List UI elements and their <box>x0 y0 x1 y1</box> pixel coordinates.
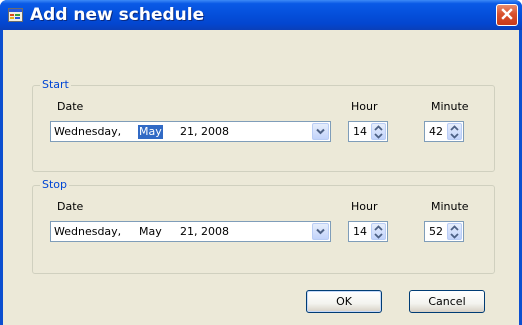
stop-date-picker[interactable]: Wednesday, May 21, 2008 <box>50 221 331 242</box>
form-icon <box>8 8 23 22</box>
stop-minute-value[interactable]: 52 <box>429 225 443 239</box>
stop-group: Stop Date Hour Minute Wednesday, May 21,… <box>32 178 495 274</box>
close-icon <box>501 7 513 23</box>
stop-date-month[interactable]: May <box>139 225 162 239</box>
start-date-weekday[interactable]: Wednesday, <box>54 125 121 139</box>
start-minute-value[interactable]: 42 <box>429 125 443 139</box>
stop-hour-stepper[interactable]: 14 <box>348 221 388 242</box>
start-date-month[interactable]: May <box>138 125 163 139</box>
ok-button[interactable]: OK <box>306 290 382 313</box>
start-group: Start Date Hour Minute Wednesday, May 21… <box>32 78 495 172</box>
spin-up-icon[interactable] <box>374 225 383 231</box>
close-button[interactable] <box>496 4 518 26</box>
start-date-dropdown-button[interactable] <box>312 123 329 140</box>
start-date-day-year[interactable]: 21, 2008 <box>180 125 229 139</box>
stop-hour-label: Hour <box>351 200 378 213</box>
spin-up-icon[interactable] <box>374 125 383 131</box>
start-hour-value[interactable]: 14 <box>353 125 367 139</box>
start-minute-label: Minute <box>431 100 469 113</box>
start-date-label: Date <box>57 100 84 113</box>
start-minute-spin-buttons[interactable] <box>447 123 462 140</box>
stop-minute-label: Minute <box>431 200 469 213</box>
stop-date-weekday[interactable]: Wednesday, <box>54 225 121 239</box>
spin-down-icon[interactable] <box>374 133 383 139</box>
spin-up-icon[interactable] <box>450 225 459 231</box>
stop-date-dropdown-button[interactable] <box>312 223 329 240</box>
start-hour-spin-buttons[interactable] <box>371 123 386 140</box>
start-minute-stepper[interactable]: 42 <box>424 121 464 142</box>
stop-hour-value[interactable]: 14 <box>353 225 367 239</box>
start-hour-stepper[interactable]: 14 <box>348 121 388 142</box>
start-hour-label: Hour <box>351 100 378 113</box>
stop-date-day-year[interactable]: 21, 2008 <box>180 225 229 239</box>
chevron-down-icon <box>316 225 325 238</box>
cancel-button[interactable]: Cancel <box>409 290 485 313</box>
start-date-picker[interactable]: Wednesday, May 21, 2008 <box>50 121 331 142</box>
spin-down-icon[interactable] <box>450 133 459 139</box>
chevron-down-icon <box>316 125 325 138</box>
stop-hour-spin-buttons[interactable] <box>371 223 386 240</box>
stop-date-label: Date <box>57 200 84 213</box>
start-group-title: Start <box>40 78 71 92</box>
spin-down-icon[interactable] <box>450 233 459 239</box>
title-bar[interactable]: Add new schedule <box>0 0 522 30</box>
window-title: Add new schedule <box>30 5 205 25</box>
spin-down-icon[interactable] <box>374 233 383 239</box>
dialog-body: Start Date Hour Minute Wednesday, May 21… <box>3 30 519 325</box>
spin-up-icon[interactable] <box>450 125 459 131</box>
stop-minute-spin-buttons[interactable] <box>447 223 462 240</box>
stop-group-title: Stop <box>40 178 70 192</box>
dialog-window: Add new schedule Start Date Hour Minute … <box>0 0 522 325</box>
stop-minute-stepper[interactable]: 52 <box>424 221 464 242</box>
